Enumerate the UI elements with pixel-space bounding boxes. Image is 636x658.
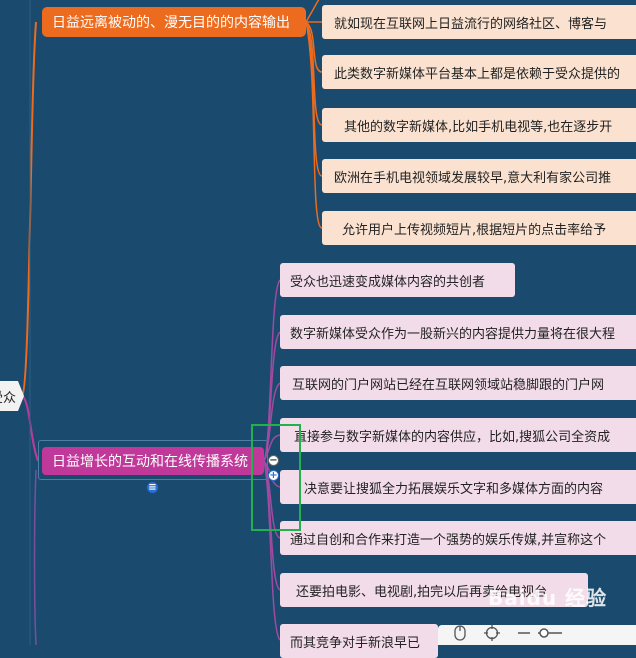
branch-label: 日益远离被动的、漫无目的的内容输出 (52, 15, 290, 31)
leaf-label: 通过自创和合作来打造一个强势的娱乐传媒,并宣称这个 (290, 532, 607, 548)
highlight-box (251, 424, 301, 531)
leaf-node[interactable]: 允许用户上传视频短片,根据短片的点击率给予 (322, 211, 636, 245)
branch-node-interactive-systems[interactable]: 日益增长的互动和在线传播系统 (42, 447, 264, 475)
zoom-slider-icon[interactable] (518, 627, 562, 643)
leaf-label: 此类数字新媒体平台基本上都是依赖于受众提供的 (334, 66, 621, 82)
baidu-watermark: Baidu 经验 (488, 586, 608, 610)
leaf-label: 受众也迅速变成媒体内容的共创者 (290, 274, 486, 290)
leaf-node[interactable]: 受众也迅速变成媒体内容的共创者 (280, 263, 515, 297)
locate-icon[interactable] (484, 625, 500, 645)
leaf-label: 欧洲在手机电视领域发展较早,意大利有家公司推 (334, 170, 612, 186)
leaf-label: 其他的数字新媒体,比如手机电视等,也在逐步开 (344, 119, 613, 135)
leaf-label: 决意要让搜狐全力拓展娱乐文字和多媒体方面的内容 (304, 481, 604, 497)
leaf-node[interactable]: 欧洲在手机电视领域发展较早,意大利有家公司推 (322, 159, 636, 193)
leaf-label: 互联网的门户网站已经在互联网领域站稳脚跟的门户网 (292, 377, 605, 393)
leaf-label: 就如现在互联网上日益流行的网络社区、博客与 (334, 16, 608, 32)
orange-branch-connectors (305, 0, 323, 229)
branch-label: 日益增长的互动和在线传播系统 (52, 454, 248, 470)
root-label: 受众 (0, 390, 17, 406)
leaf-label: 数字新媒体受众作为一股新兴的内容提供力量将在很大程 (290, 326, 616, 342)
leaf-node[interactable]: 决意要让搜狐全力拓展娱乐文字和多媒体方面的内容 (280, 470, 636, 504)
branch-node-passive-output[interactable]: 日益远离被动的、漫无目的的内容输出 (42, 7, 306, 37)
leaf-node[interactable]: 就如现在互联网上日益流行的网络社区、博客与 (322, 5, 636, 39)
root-trunk-connector (21, 21, 37, 397)
leaf-node[interactable]: 而其竞争对手新浪早已 (280, 624, 438, 658)
leaf-label: 而其竞争对手新浪早已 (290, 635, 421, 651)
bottom-toolbar (438, 625, 636, 645)
leaf-node[interactable]: 此类数字新媒体平台基本上都是依赖于受众提供的 (322, 55, 636, 89)
leaf-node[interactable]: 数字新媒体受众作为一股新兴的内容提供力量将在很大程 (280, 315, 636, 349)
leaf-node[interactable]: 直接参与数字新媒体的内容供应，比如,搜狐公司全资成 (280, 418, 636, 452)
leaf-node[interactable]: 互联网的门户网站已经在互联网领域站稳脚跟的门户网 (280, 366, 636, 400)
purple-side-line (33, 469, 37, 645)
note-icon[interactable]: ≡ (147, 482, 158, 493)
leaf-node[interactable]: 通过自创和合作来打造一个强势的娱乐传媒,并宣称这个 (280, 521, 636, 555)
leaf-label: 允许用户上传视频短片,根据短片的点击率给予 (342, 222, 607, 238)
mouse-icon[interactable] (454, 625, 466, 645)
leaf-label: 直接参与数字新媒体的内容供应，比如,搜狐公司全资成 (294, 429, 611, 445)
leaf-node[interactable]: 其他的数字新媒体,比如手机电视等,也在逐步开 (322, 108, 636, 142)
note-symbol: ≡ (148, 482, 157, 493)
